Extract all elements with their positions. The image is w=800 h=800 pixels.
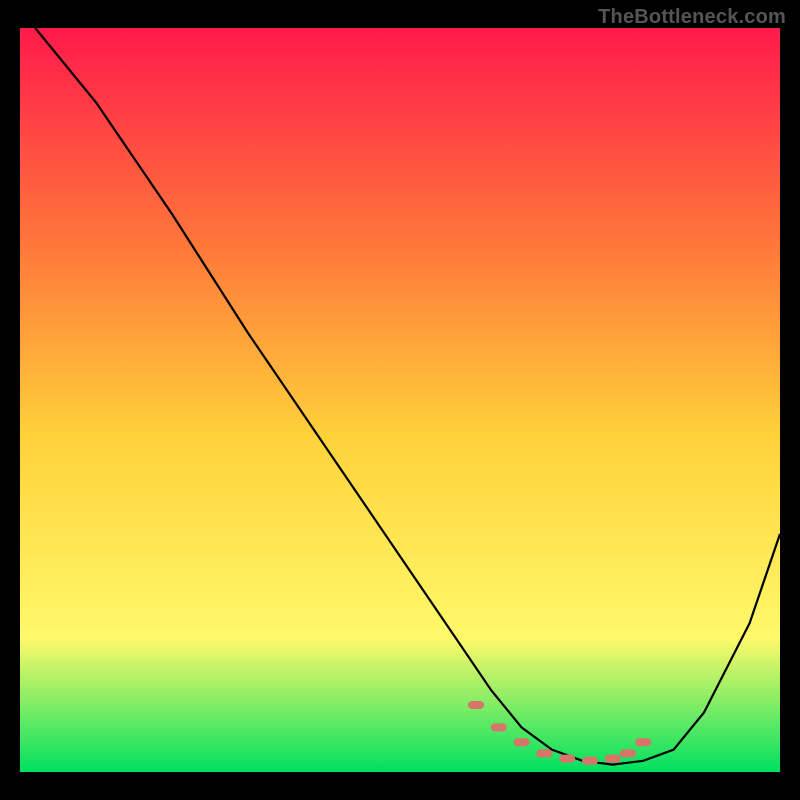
valley-marker: [620, 749, 636, 757]
valley-marker: [605, 755, 621, 763]
chart-container: TheBottleneck.com: [0, 0, 800, 800]
valley-marker: [635, 738, 651, 746]
valley-marker: [514, 738, 530, 746]
bottleneck-chart: [0, 0, 800, 800]
valley-marker: [491, 723, 507, 731]
valley-marker: [582, 757, 598, 765]
valley-marker: [559, 755, 575, 763]
valley-marker: [536, 749, 552, 757]
valley-marker: [468, 701, 484, 709]
plot-area: [20, 28, 780, 772]
watermark-text: TheBottleneck.com: [598, 6, 786, 29]
